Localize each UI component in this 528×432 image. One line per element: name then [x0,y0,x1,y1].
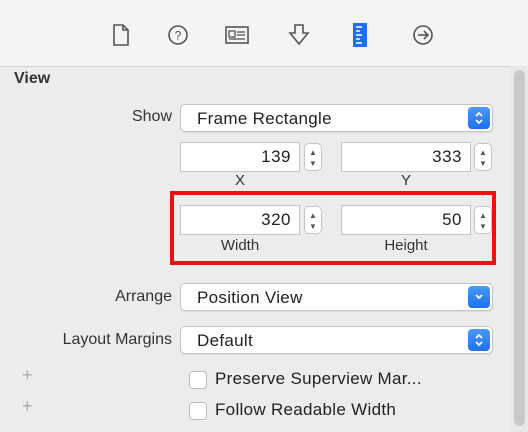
ruler-icon[interactable] [347,22,373,48]
layout-margins-value: Default [197,331,253,350]
arrow-circle-icon[interactable] [410,22,436,48]
preserve-superview-label: Preserve Superview Mar... [215,369,422,388]
preserve-superview-checkbox[interactable] [189,371,207,389]
show-popup[interactable]: Frame Rectangle [180,104,493,132]
shield-arrow-icon[interactable] [286,22,312,48]
arrange-value: Position View [197,288,303,307]
updown-chevron-icon [468,329,490,351]
add-variation-icon[interactable]: + [22,365,33,386]
section-title-view: View [14,70,51,87]
add-variation-icon[interactable]: + [22,396,33,417]
stepper-down-icon: ▼ [309,159,317,168]
id-card-icon[interactable] [224,22,250,48]
stepper-up-icon: ▲ [479,148,487,157]
highlight-box [170,191,496,265]
arrange-popup[interactable]: Position View [180,283,493,311]
y-stepper[interactable]: ▲ ▼ [474,143,492,171]
show-label: Show [131,108,172,125]
stepper-up-icon: ▲ [309,148,317,157]
y-label: Y [400,172,411,189]
layout-margins-popup[interactable]: Default [180,326,493,354]
scrollbar-thumb[interactable] [514,70,525,426]
help-circle-icon[interactable]: ? [165,22,191,48]
show-value: Frame Rectangle [197,109,332,128]
updown-chevron-icon [468,107,490,129]
stepper-down-icon: ▼ [479,159,487,168]
layout-margins-label: Layout Margins [62,331,172,348]
follow-readable-checkbox[interactable] [189,402,207,420]
document-icon[interactable] [108,22,134,48]
inspector-toolbar: ? [0,0,528,67]
follow-readable-label: Follow Readable Width [215,400,397,419]
x-field[interactable]: 139 [180,142,300,172]
x-label: X [234,172,245,189]
x-stepper[interactable]: ▲ ▼ [304,143,322,171]
arrange-label: Arrange [115,288,172,305]
svg-text:?: ? [175,29,182,43]
y-field[interactable]: 333 [341,142,471,172]
chevron-down-icon [468,286,490,308]
